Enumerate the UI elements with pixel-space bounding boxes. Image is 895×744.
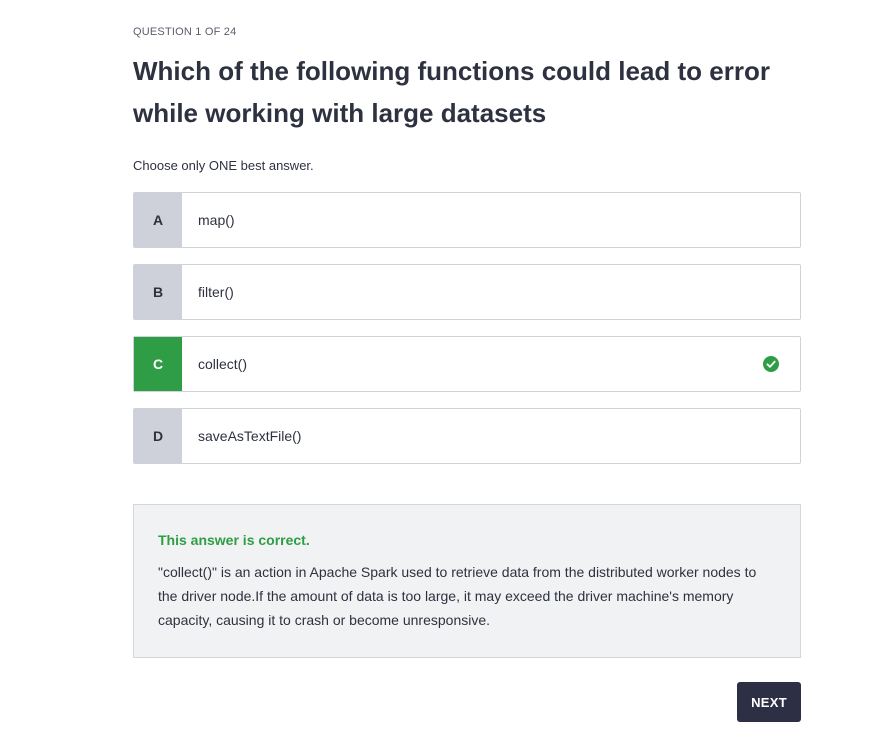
option-a[interactable]: A map() [133,192,801,248]
option-b[interactable]: B filter() [133,264,801,320]
feedback-explanation: "collect()" is an action in Apache Spark… [158,564,757,628]
question-counter: QUESTION 1 OF 24 [133,26,237,38]
option-letter: D [134,409,182,463]
option-d[interactable]: D saveAsTextFile() [133,408,801,464]
quiz-page: QUESTION 1 OF 24 Which of the following … [0,0,895,744]
option-letter: C [134,337,182,391]
option-letter: A [134,193,182,247]
answer-instruction: Choose only ONE best answer. [133,158,314,173]
question-title: Which of the following functions could l… [133,56,770,128]
option-letter: B [134,265,182,319]
option-c[interactable]: C collect() [133,336,801,392]
answer-options: A map() B filter() C collect() D saveAsT… [133,192,801,480]
option-text: collect() [198,356,248,372]
feedback-verdict: This answer is correct. [158,532,310,548]
answer-feedback: This answer is correct. "collect()" is a… [133,504,801,658]
check-circle-icon [763,356,779,372]
option-text: filter() [198,284,234,300]
option-text: map() [198,212,235,228]
next-button[interactable]: NEXT [737,682,801,722]
option-text: saveAsTextFile() [198,428,302,444]
